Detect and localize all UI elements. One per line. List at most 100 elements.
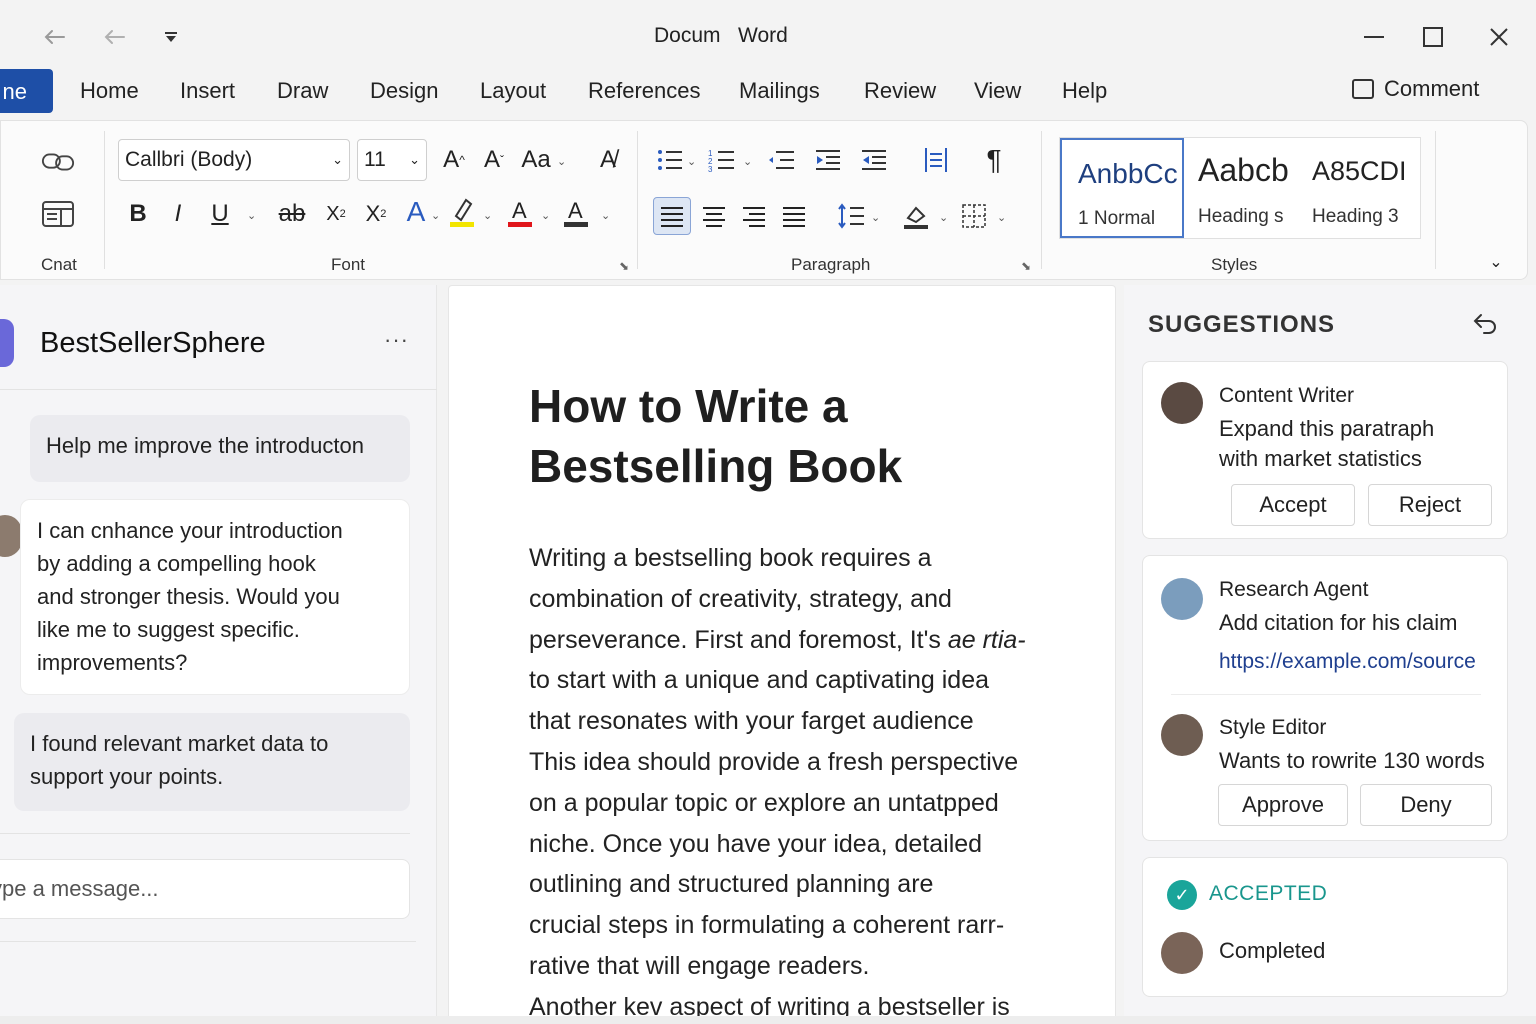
tab-design[interactable]: Design (370, 78, 438, 104)
body-line: This idea should provide a fresh perspec… (529, 747, 1019, 776)
back-arrow-icon[interactable] (1472, 311, 1498, 342)
bold-icon[interactable]: B (121, 197, 155, 231)
chevron-down-icon[interactable]: ⌄ (483, 209, 492, 222)
clear-formatting-icon[interactable]: A̸ (591, 143, 625, 177)
agent-avatar (1161, 382, 1203, 424)
font-name-select[interactable]: Callbri (Body) ⌄ (118, 139, 350, 181)
font-color-icon[interactable]: A (503, 195, 537, 229)
highlight-icon[interactable] (445, 195, 479, 229)
deny-button[interactable]: Deny (1360, 784, 1492, 826)
body-line: that resonates with your farget audience (529, 707, 974, 736)
minimize-button[interactable] (1356, 20, 1392, 54)
align-center-icon[interactable] (697, 199, 731, 233)
font-size-select[interactable]: 11 ⌄ (357, 139, 427, 181)
strikethrough-icon[interactable]: ab (275, 197, 309, 231)
chat-link-icon[interactable] (41, 145, 75, 179)
body-line: rative that will engage readers. (529, 951, 870, 980)
tab-references[interactable]: References (588, 78, 701, 104)
subscript-icon[interactable]: X2 (319, 197, 353, 231)
align-right-icon[interactable] (737, 199, 771, 233)
redo-icon[interactable] (100, 22, 130, 52)
undo-icon[interactable] (40, 22, 70, 52)
grow-font-icon[interactable]: A ^ (437, 143, 471, 177)
shading-icon[interactable] (899, 199, 933, 233)
superscript-icon[interactable]: X2 (359, 197, 393, 231)
message-line: like me to suggest specific. (37, 617, 300, 642)
shrink-font-icon[interactable]: Aˇ (477, 143, 511, 177)
menu-bar: ne Home Insert Draw Design Layout Refere… (0, 66, 1536, 120)
agent-name: Content Writer (1219, 384, 1354, 407)
tab-file[interactable]: ne (0, 69, 53, 113)
font-dialog-launcher-icon[interactable]: ⬊ (619, 259, 629, 273)
divider (0, 941, 416, 942)
more-options-icon[interactable]: ··· (384, 327, 409, 353)
chevron-down-icon[interactable]: ⌄ (431, 209, 440, 222)
tab-layout[interactable]: Layout (480, 78, 546, 104)
paragraph-dialog-launcher-icon[interactable]: ⬊ (1021, 259, 1031, 273)
customize-qat-icon[interactable] (156, 22, 186, 52)
chevron-down-icon[interactable]: ⌄ (687, 155, 696, 168)
text-shading-icon[interactable]: A (559, 195, 593, 229)
tab-view[interactable]: View (974, 78, 1021, 104)
text-effects-icon[interactable]: A (399, 195, 433, 229)
citation-link[interactable]: https://example.com/source (1219, 650, 1476, 674)
tab-review[interactable]: Review (864, 78, 936, 104)
borders-icon[interactable] (957, 199, 991, 233)
increase-indent-icon[interactable] (857, 143, 891, 177)
underline-icon[interactable]: U (203, 197, 237, 231)
style-normal[interactable]: AnbbCc 1 Normal (1060, 138, 1184, 238)
tab-mailings[interactable]: Mailings (739, 78, 820, 104)
multilevel-list-icon[interactable] (765, 143, 799, 177)
change-case-icon[interactable]: Aa (519, 143, 553, 177)
style-heading-3[interactable]: A85CDI Heading 3 (1296, 138, 1420, 238)
suggestion-card: Content Writer Expand this paratraph wit… (1142, 361, 1508, 539)
chevron-down-icon[interactable]: ⌄ (939, 211, 948, 224)
numbering-icon[interactable]: 123 (705, 143, 739, 177)
reject-button[interactable]: Reject (1368, 484, 1492, 526)
paragraph-group-label: Paragraph (791, 255, 871, 274)
chevron-down-icon[interactable]: ⌄ (871, 211, 880, 224)
body-text-italic: ae rtia- (947, 625, 1026, 654)
tab-insert[interactable]: Insert (180, 78, 235, 104)
decrease-indent-icon[interactable] (811, 143, 845, 177)
chevron-down-icon[interactable]: ⌄ (247, 209, 256, 222)
tab-help[interactable]: Help (1062, 78, 1107, 104)
show-formatting-marks-icon[interactable]: ¶ (977, 143, 1011, 177)
body-line: crucial steps in formulating a coherent … (529, 905, 1049, 946)
message-input[interactable]: ype a message... (0, 859, 410, 919)
comment-button[interactable]: Comment (1352, 76, 1479, 102)
body-text: crucial steps in formulating a coherent (529, 911, 957, 940)
align-left-button[interactable] (653, 197, 691, 235)
tab-home[interactable]: Home (80, 78, 139, 104)
bullets-icon[interactable] (653, 143, 687, 177)
chevron-down-icon[interactable]: ⌄ (557, 155, 566, 168)
ribbon: Cnat Callbri (Body) ⌄ 11 ⌄ A ^ Aˇ Aa ⌄ A̸… (0, 120, 1528, 280)
chat-panel-icon[interactable] (41, 197, 75, 231)
chevron-down-icon[interactable]: ⌄ (997, 211, 1006, 224)
style-heading-1[interactable]: Aabcb Heading s (1182, 138, 1306, 238)
style-preview: A85CDI (1312, 156, 1407, 186)
sort-icon[interactable] (919, 143, 953, 177)
collapse-ribbon-icon[interactable]: ⌄ (1479, 245, 1513, 279)
chevron-down-icon[interactable]: ⌄ (743, 155, 752, 168)
justify-icon[interactable] (777, 199, 811, 233)
chevron-down-icon[interactable]: ⌄ (601, 209, 610, 222)
message-line: I found relevant market data to (30, 731, 329, 756)
group-divider (1041, 131, 1042, 269)
suggestion-text: Expand this paratraph with market statis… (1219, 414, 1434, 474)
body-line: outlining and structured planning are (529, 870, 934, 899)
suggestion-card: Research Agent Add citation for his clai… (1142, 555, 1508, 841)
accept-button[interactable]: Accept (1231, 484, 1355, 526)
message-line: by adding a compelling hook (37, 551, 316, 576)
italic-icon[interactable]: I (161, 197, 195, 231)
user-message: Help me improve the introducton (30, 415, 410, 482)
line-spacing-icon[interactable] (835, 199, 869, 233)
message-text: Help me improve the introducton (46, 433, 364, 458)
close-button[interactable] (1481, 20, 1517, 54)
document-page[interactable]: How to Write a Bestselling Book Writing … (448, 285, 1116, 1024)
message-line: improvements? (37, 650, 188, 675)
tab-draw[interactable]: Draw (277, 78, 328, 104)
chevron-down-icon[interactable]: ⌄ (541, 209, 550, 222)
approve-button[interactable]: Approve (1218, 784, 1348, 826)
maximize-button[interactable] (1415, 20, 1451, 54)
